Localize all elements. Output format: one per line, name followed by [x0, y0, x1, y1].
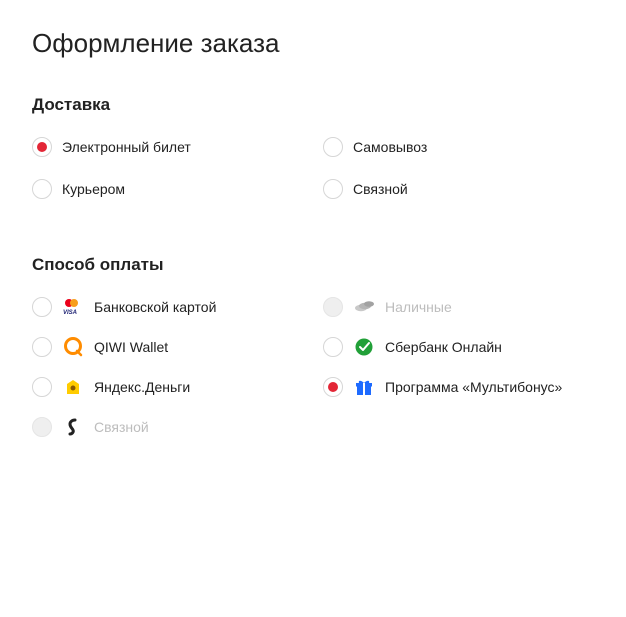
delivery-option-electronic-ticket[interactable]: Электронный билет: [32, 137, 303, 157]
payment-option-multibonus[interactable]: Программа «Мультибонус»: [323, 377, 594, 397]
payment-option-label: Банковской картой: [94, 299, 216, 316]
sberbank-icon: [353, 338, 375, 356]
payment-option-qiwi[interactable]: QIWI Wallet: [32, 337, 303, 357]
payment-option-label: Программа «Мультибонус»: [385, 379, 562, 396]
radio-icon: [323, 297, 343, 317]
radio-icon: [32, 337, 52, 357]
delivery-option-pickup[interactable]: Самовывоз: [323, 137, 594, 157]
page-title: Оформление заказа: [32, 28, 594, 59]
radio-icon: [32, 179, 52, 199]
payment-option-label: Наличные: [385, 299, 452, 316]
payment-option-label: Яндекс.Деньги: [94, 379, 190, 396]
card-icon: VISA: [62, 298, 84, 316]
payment-option-cash: Наличные: [323, 297, 594, 317]
payment-option-yandex-money[interactable]: Яндекс.Деньги: [32, 377, 303, 397]
delivery-options: Электронный билет Самовывоз Курьером Свя…: [32, 137, 594, 199]
radio-icon: [323, 377, 343, 397]
payment-option-label: QIWI Wallet: [94, 339, 168, 356]
radio-icon: [32, 137, 52, 157]
payment-option-card[interactable]: VISA Банковской картой: [32, 297, 303, 317]
qiwi-icon: [62, 338, 84, 356]
radio-icon: [323, 137, 343, 157]
payment-options: VISA Банковской картой Наличные QIWI Wal…: [32, 297, 594, 437]
cash-icon: [353, 298, 375, 316]
multibonus-icon: [353, 378, 375, 396]
radio-icon: [32, 377, 52, 397]
payment-option-label: Связной: [94, 419, 149, 436]
delivery-option-label: Связной: [353, 181, 408, 198]
delivery-option-label: Электронный билет: [62, 139, 191, 156]
payment-option-svyaznoy: Связной: [32, 417, 303, 437]
delivery-option-courier[interactable]: Курьером: [32, 179, 303, 199]
delivery-option-label: Курьером: [62, 181, 125, 198]
radio-icon: [323, 179, 343, 199]
svg-text:VISA: VISA: [63, 310, 77, 316]
delivery-option-label: Самовывоз: [353, 139, 427, 156]
payment-section-title: Способ оплаты: [32, 255, 594, 275]
radio-icon: [32, 417, 52, 437]
svyaznoy-icon: [62, 418, 84, 436]
delivery-option-svyaznoy[interactable]: Связной: [323, 179, 594, 199]
radio-icon: [323, 337, 343, 357]
radio-icon: [32, 297, 52, 317]
yandex-money-icon: [62, 378, 84, 396]
payment-option-sberbank[interactable]: Сбербанк Онлайн: [323, 337, 594, 357]
delivery-section-title: Доставка: [32, 95, 594, 115]
payment-option-label: Сбербанк Онлайн: [385, 339, 502, 356]
